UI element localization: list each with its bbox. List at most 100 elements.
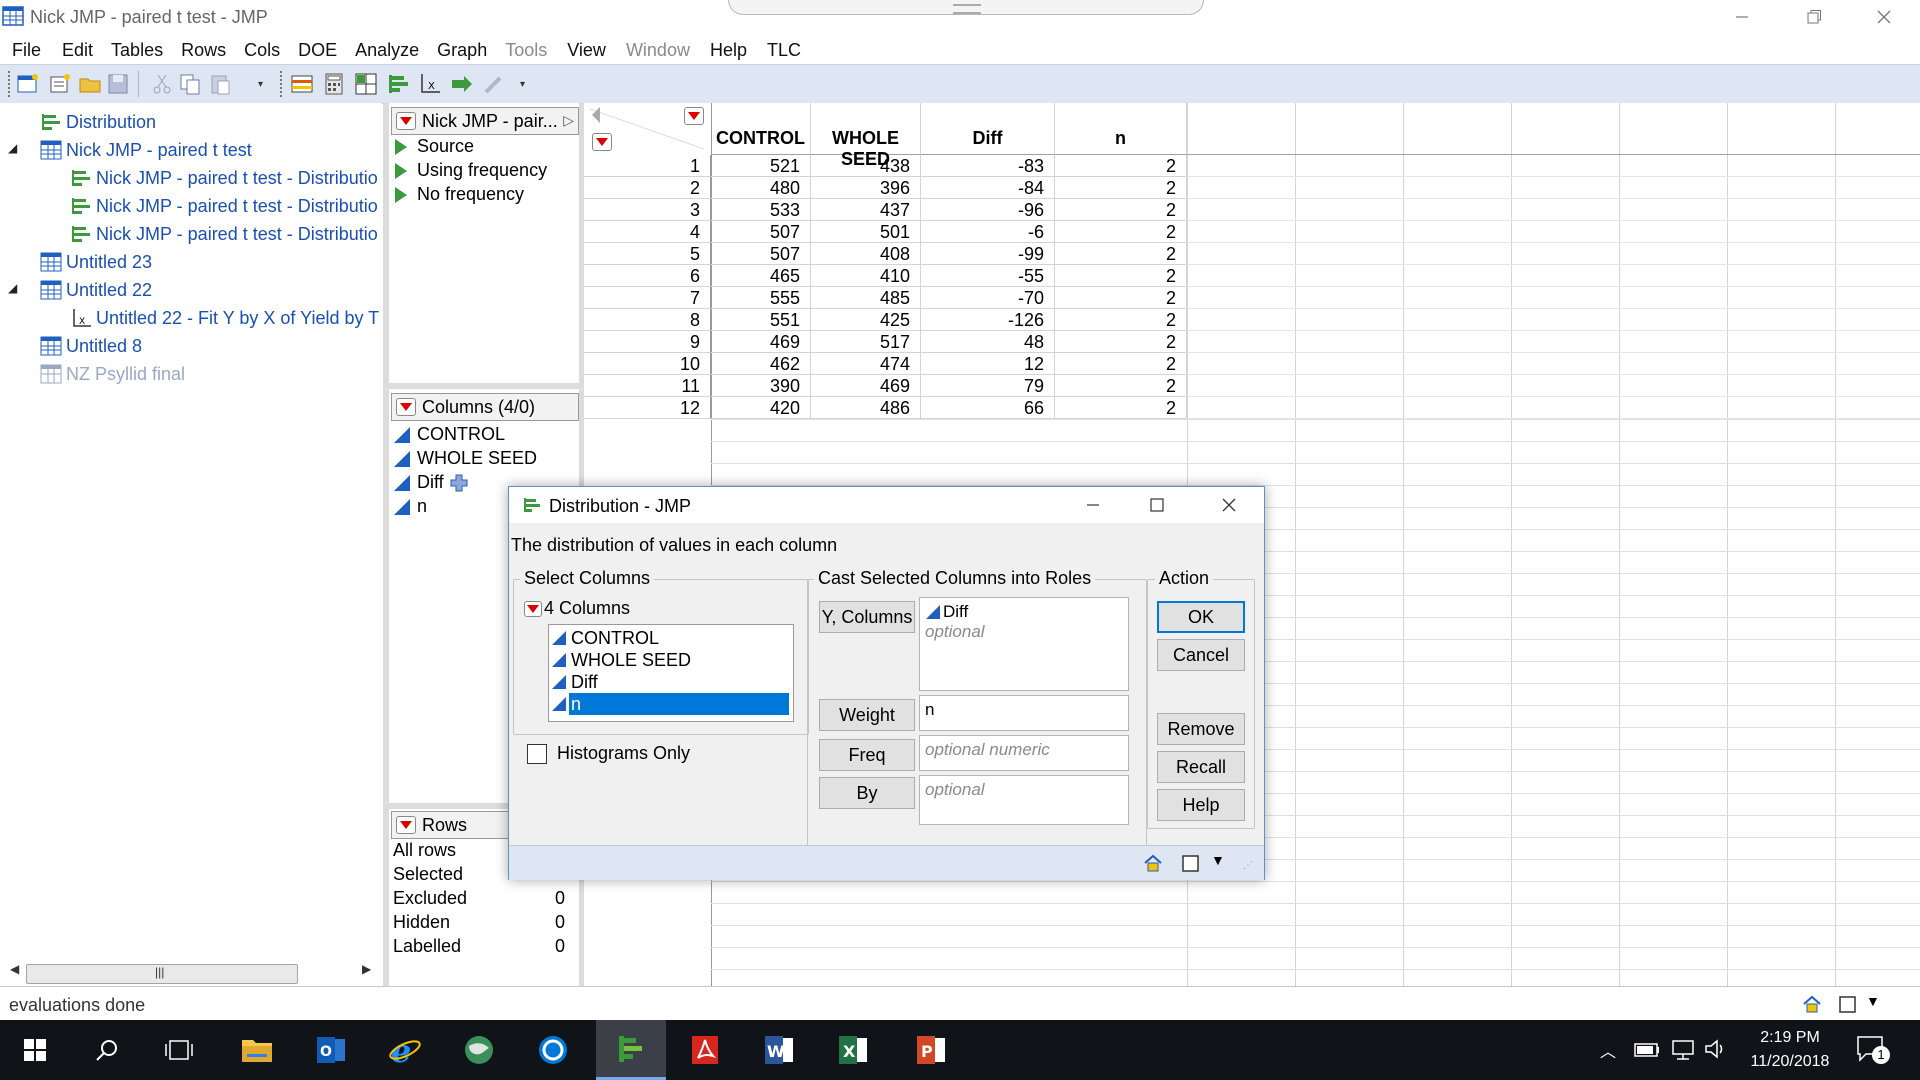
scroll-right-icon[interactable]: ▶ [362, 962, 371, 976]
toolbar-overflow-icon-2[interactable]: ▾ [520, 79, 525, 90]
minimize-button[interactable] [1712, 0, 1772, 34]
tree-item-untitled-22[interactable]: Untitled 22 [40, 277, 152, 303]
recall-button[interactable]: Recall [1157, 751, 1245, 783]
cell-whole-seed[interactable]: 438 [811, 155, 921, 177]
cell-n[interactable]: 2 [1055, 353, 1187, 375]
run-script-icon[interactable] [395, 186, 407, 203]
cell-diff[interactable]: -6 [921, 221, 1055, 243]
row-number[interactable]: 10 [584, 353, 711, 375]
taskbar-internet-explorer[interactable]: e [370, 1020, 440, 1080]
tree-item-nz-psyllid[interactable]: NZ Psyllid final [40, 361, 185, 387]
column-item-diff[interactable]: Diff [389, 472, 468, 493]
cell-n[interactable]: 2 [1055, 287, 1187, 309]
tray-chevron-icon[interactable]: ︿ [1600, 1038, 1616, 1062]
list-item-diff[interactable]: Diff [551, 671, 598, 693]
row-number[interactable]: 8 [584, 309, 711, 331]
cell-control[interactable]: 507 [711, 243, 811, 265]
clock[interactable]: 2:19 PM 11/20/2018 [1740, 1026, 1840, 1074]
cell-diff[interactable]: -96 [921, 199, 1055, 221]
save-icon[interactable] [106, 72, 130, 96]
by-field[interactable]: optional [919, 775, 1129, 825]
cell-n[interactable]: 2 [1055, 265, 1187, 287]
restore-button[interactable] [1784, 0, 1844, 34]
formula-plus-icon[interactable] [450, 474, 468, 492]
column-listbox[interactable]: CONTROL WHOLE SEED Diff n [548, 624, 794, 722]
cell-whole-seed[interactable]: 408 [811, 243, 921, 265]
script-no-frequency[interactable]: No frequency [389, 184, 524, 205]
remove-button[interactable]: Remove [1157, 713, 1245, 745]
cell-control[interactable]: 469 [711, 331, 811, 353]
menu-tables[interactable]: Tables [111, 36, 163, 64]
collapse-arrow-icon[interactable]: ◢ [8, 141, 17, 155]
network-icon[interactable] [1670, 1038, 1696, 1060]
menu-edit[interactable]: Edit [62, 36, 93, 64]
tree-item-nick-dist-3[interactable]: Nick JMP - paired t test - Distributio [70, 221, 378, 247]
list-item-control[interactable]: CONTROL [551, 627, 659, 649]
grid-layout-icon[interactable] [354, 72, 378, 96]
columns-panel-header[interactable]: Columns (4/0) [391, 393, 579, 421]
cell-diff[interactable]: 48 [921, 331, 1055, 353]
calculator-icon[interactable] [322, 72, 346, 96]
window-dropdown-icon[interactable]: ▼ [1866, 993, 1880, 1009]
taskbar-outlook[interactable]: O [296, 1020, 366, 1080]
taskbar-powerpoint[interactable]: P [896, 1020, 966, 1080]
cell-whole-seed[interactable]: 469 [811, 375, 921, 397]
column-header-n[interactable]: n [1055, 103, 1187, 155]
cell-control[interactable]: 555 [711, 287, 811, 309]
taskbar-skype[interactable] [518, 1020, 588, 1080]
cell-n[interactable]: 2 [1055, 331, 1187, 353]
cell-n[interactable]: 2 [1055, 309, 1187, 331]
cell-diff[interactable]: 12 [921, 353, 1055, 375]
list-item-n[interactable]: n [551, 693, 789, 715]
cell-n[interactable]: 2 [1055, 397, 1187, 419]
menu-cols[interactable]: Cols [244, 36, 280, 64]
cell-diff[interactable]: -83 [921, 155, 1055, 177]
run-script-icon[interactable] [395, 138, 407, 155]
cut-icon[interactable] [150, 72, 174, 96]
row-number[interactable]: 9 [584, 331, 711, 353]
row-number[interactable]: 4 [584, 221, 711, 243]
collapse-arrow-icon[interactable]: ◢ [8, 281, 17, 295]
scroll-thumb[interactable]: ||| [26, 964, 298, 984]
cell-control[interactable]: 390 [711, 375, 811, 397]
column-header-control[interactable]: CONTROL [711, 103, 811, 155]
by-button[interactable]: By [819, 777, 915, 809]
list-item-whole-seed[interactable]: WHOLE SEED [551, 649, 691, 671]
red-triangle-menu-icon[interactable] [396, 398, 416, 416]
row-number[interactable]: 5 [584, 243, 711, 265]
expand-right-icon[interactable]: ▷ [563, 112, 574, 129]
taskbar-file-explorer[interactable] [222, 1020, 292, 1080]
tree-item-untitled-22-fit[interactable]: X Untitled 22 - Fit Y by X of Yield by T [70, 305, 379, 331]
cell-control[interactable]: 465 [711, 265, 811, 287]
panel-splitter[interactable] [389, 383, 579, 389]
cell-diff[interactable]: -99 [921, 243, 1055, 265]
cell-control[interactable]: 420 [711, 397, 811, 419]
tree-item-nick-dist-2[interactable]: Nick JMP - paired t test - Distributio [70, 193, 378, 219]
dialog-maximize-icon[interactable] [1149, 497, 1165, 513]
script-source[interactable]: Source [389, 136, 474, 157]
taskbar-globe-app[interactable] [444, 1020, 514, 1080]
cell-diff[interactable]: 66 [921, 397, 1055, 419]
taskbar-jmp[interactable] [596, 1020, 666, 1080]
column-header-diff[interactable]: Diff [921, 103, 1055, 155]
fit-y-by-x-icon[interactable]: X [418, 72, 442, 96]
cell-whole-seed[interactable]: 486 [811, 397, 921, 419]
cell-whole-seed[interactable]: 474 [811, 353, 921, 375]
menu-rows[interactable]: Rows [181, 36, 226, 64]
y-columns-field[interactable]: Diff optional [919, 597, 1129, 691]
dialog-title-bar[interactable]: Distribution - JMP [509, 487, 1264, 523]
cell-whole-seed[interactable]: 501 [811, 221, 921, 243]
resize-grip-icon[interactable]: ⋰ [1243, 860, 1253, 871]
column-red-triangle-icon[interactable] [684, 107, 704, 125]
row-number[interactable]: 6 [584, 265, 711, 287]
tree-horizontal-scrollbar[interactable]: ◀ ||| ▶ [0, 958, 382, 986]
histograms-only-option[interactable]: Histograms Only [527, 743, 690, 764]
open-folder-icon[interactable] [78, 72, 102, 96]
cell-diff[interactable]: 79 [921, 375, 1055, 397]
ok-button[interactable]: OK [1157, 601, 1245, 633]
home-icon[interactable] [1143, 853, 1163, 873]
red-triangle-menu-icon[interactable] [396, 816, 416, 834]
start-button[interactable] [0, 1020, 70, 1080]
cell-whole-seed[interactable]: 437 [811, 199, 921, 221]
cell-diff[interactable]: -126 [921, 309, 1055, 331]
